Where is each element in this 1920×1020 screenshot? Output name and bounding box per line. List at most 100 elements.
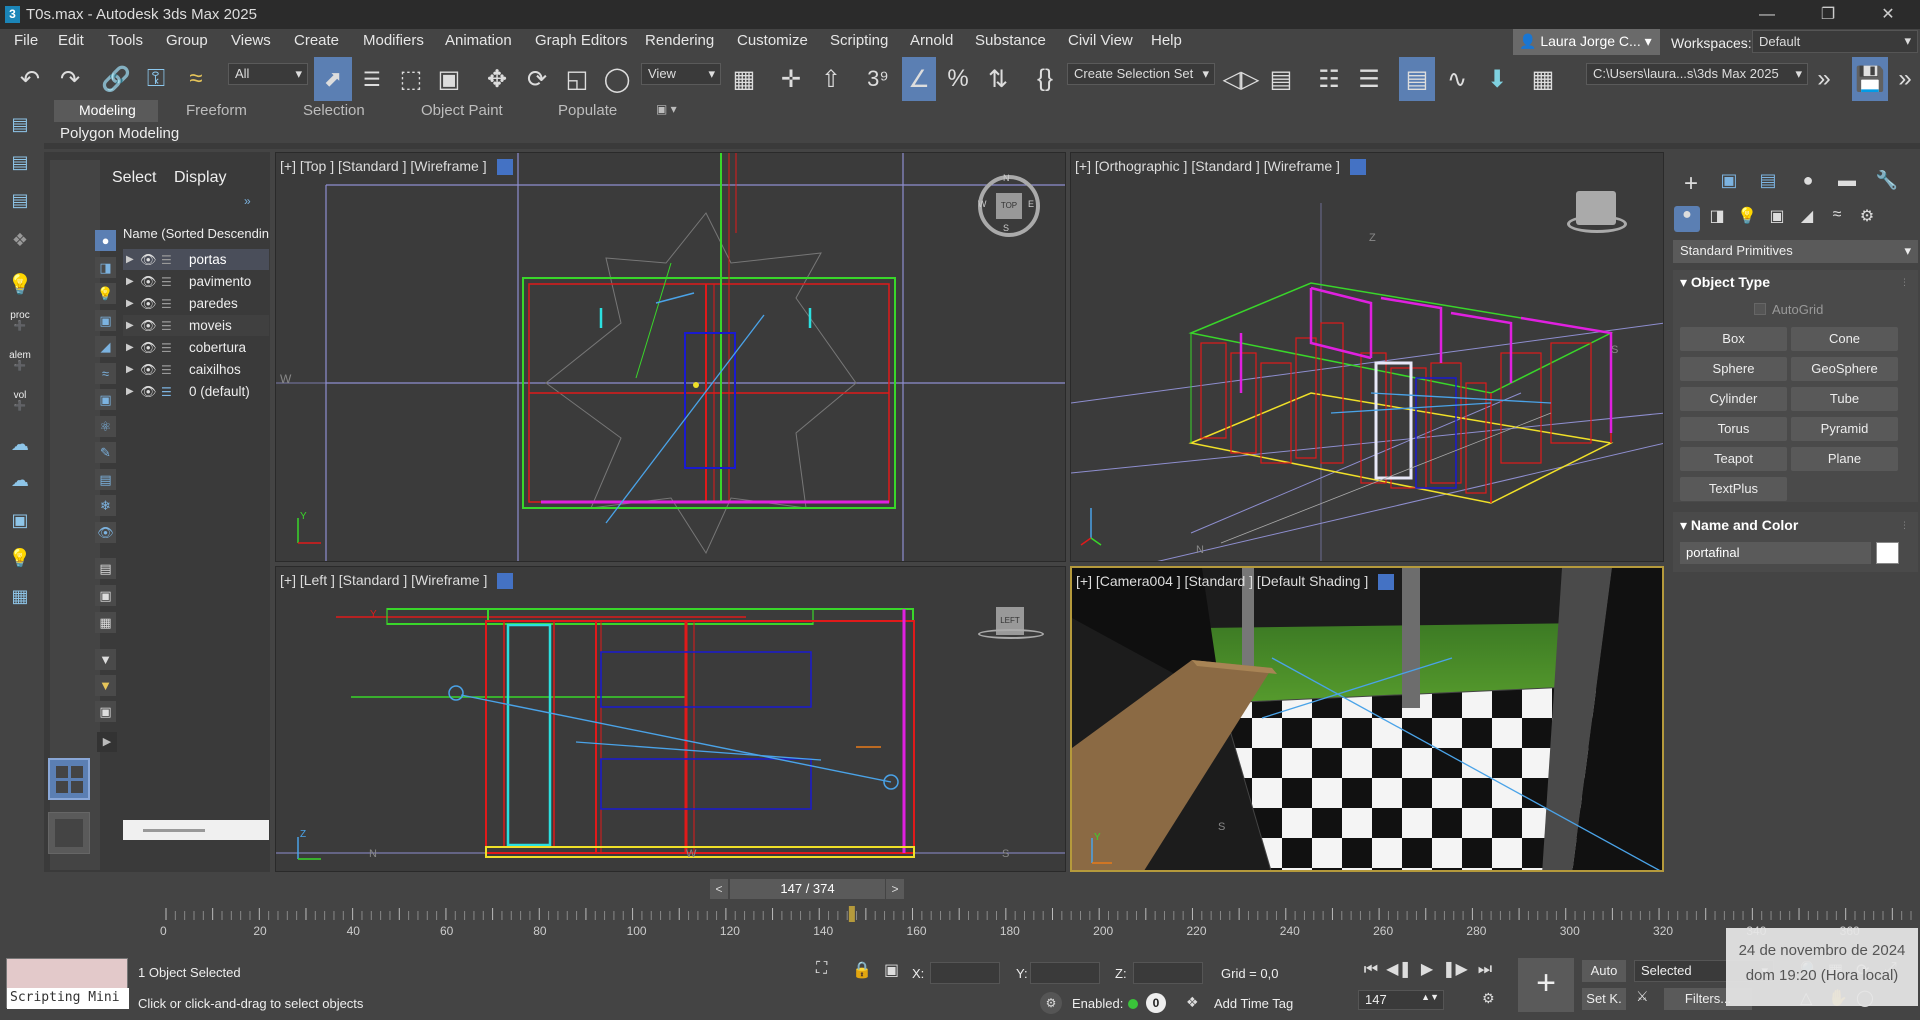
collapse-panel-icon[interactable]: ▶ [97, 732, 117, 752]
menu-animation[interactable]: Animation [445, 32, 512, 49]
box-button[interactable]: Box [1680, 327, 1787, 351]
auto-key-button[interactable]: Auto [1582, 960, 1626, 982]
visibility-icon[interactable]: 👁 [140, 362, 158, 378]
current-frame-marker[interactable] [848, 906, 855, 922]
layer-row-pavimento[interactable]: ▶ 👁 ☰ pavimento [123, 271, 269, 292]
visibility-icon[interactable]: 👁 [140, 340, 158, 356]
menu-group[interactable]: Group [166, 32, 208, 49]
fluid-tool-icon[interactable]: ☁ [6, 434, 34, 462]
menu-customize[interactable]: Customize [737, 32, 808, 49]
cylinder-button[interactable]: Cylinder [1680, 387, 1787, 411]
menu-edit[interactable]: Edit [58, 32, 84, 49]
x-coordinate-field[interactable] [930, 962, 1000, 984]
hierarchy-tab-icon[interactable]: ▤ [1755, 170, 1781, 196]
ribbon-options-icon[interactable]: ▣ ▾ [656, 102, 677, 116]
go-to-end-icon[interactable]: ⏭ [1472, 957, 1498, 983]
track-bar[interactable]: 0 20 40 60 80 100 120 140 160 180 200 220 240 260 280 3… [48, 906, 1920, 938]
time-configuration-icon[interactable]: ⚙ [1482, 990, 1504, 1012]
scale-icon[interactable]: ◱ [561, 57, 593, 101]
display-containers-icon[interactable]: ▤ [95, 469, 116, 490]
spinner-snap-icon[interactable]: ⇅ [982, 57, 1014, 101]
teapot-button[interactable]: Teapot [1680, 447, 1787, 471]
tube-button[interactable]: Tube [1791, 387, 1898, 411]
next-frame-button[interactable]: > [886, 879, 904, 899]
motion-tab-icon[interactable]: ● [1795, 170, 1821, 196]
light-tool-icon[interactable]: 💡 [6, 272, 34, 300]
proc-tool[interactable]: proc ➕ [6, 310, 34, 338]
menu-civil-view[interactable]: Civil View [1068, 32, 1133, 49]
ribbon-panel-polygon-modeling[interactable]: Polygon Modeling [60, 125, 179, 142]
layer-manager-icon[interactable]: ▣ [95, 701, 116, 722]
geometry-category-icon[interactable]: ● [1674, 206, 1700, 232]
text-tool-3-icon[interactable]: ▤ [6, 190, 34, 218]
select-by-name-icon[interactable]: ☰ [356, 57, 388, 101]
selection-filter-dropdown[interactable]: All ▾ [228, 63, 308, 85]
display-tab-icon[interactable]: ▬ [1834, 170, 1860, 196]
menu-graph-editors[interactable]: Graph Editors [535, 32, 628, 49]
viewport-left-label[interactable]: [+] [Left ] [Standard ] [Wireframe ] [280, 572, 514, 590]
y-coordinate-field[interactable] [1030, 962, 1100, 984]
viewport-left[interactable]: Y Z N W S [+] [Left ] [Standard ] [Wiref… [275, 566, 1066, 872]
window-crossing-icon[interactable]: ▣ [433, 57, 465, 101]
bind-space-warp-icon[interactable]: ≈ [180, 57, 212, 101]
tab-modeling[interactable]: Modeling [54, 100, 158, 122]
pivot-center-icon[interactable]: ▦ [728, 57, 760, 101]
visibility-icon[interactable]: 👁 [140, 296, 158, 312]
create-tab-icon[interactable]: + [1678, 170, 1704, 197]
display-xrefs-icon[interactable]: ⚛ [95, 416, 116, 437]
percent-snap-icon[interactable]: % [942, 57, 974, 101]
curve-editor-icon[interactable]: ∿ [1441, 57, 1473, 101]
select-object-icon[interactable]: ⬈ [314, 57, 352, 101]
menu-arnold[interactable]: Arnold [910, 32, 953, 49]
menu-substance[interactable]: Substance [975, 32, 1046, 49]
placement-icon[interactable]: ◯ [601, 57, 633, 101]
menu-file[interactable]: File [14, 32, 38, 49]
filter-icon[interactable]: ▼ [95, 649, 116, 670]
layer-explorer-icon[interactable]: ☰ [1353, 57, 1385, 101]
go-to-start-icon[interactable]: ⏮ [1358, 957, 1384, 983]
save-icon[interactable]: 💾 [1852, 57, 1888, 101]
cone-button[interactable]: Cone [1791, 327, 1898, 351]
layout-four-viewports-icon[interactable] [48, 758, 90, 800]
display-invert-icon[interactable]: ▦ [95, 612, 116, 633]
expand-icon[interactable]: ▶ [126, 254, 137, 265]
viewport-top[interactable]: W Y [+] [Top ] [Standard ] [Wireframe ] … [275, 152, 1066, 562]
expand-icon[interactable]: » [244, 194, 251, 208]
rotate-icon[interactable]: ⟳ [521, 57, 553, 101]
rectangular-selection-icon[interactable]: ⬚ [395, 57, 427, 101]
display-spacewarps-icon[interactable]: ≈ [95, 363, 116, 384]
menu-tools[interactable]: Tools [108, 32, 143, 49]
menu-modifiers[interactable]: Modifiers [363, 32, 424, 49]
layout-single-viewport-icon[interactable] [48, 812, 90, 854]
add-time-tag[interactable]: Add Time Tag [1214, 996, 1293, 1011]
unlink-icon[interactable]: ⚿ [140, 57, 172, 101]
pyramid-button[interactable]: Pyramid [1791, 417, 1898, 441]
utilities-tab-icon[interactable]: 🔧 [1874, 170, 1900, 196]
key-filters-icon[interactable]: ⚔ [1636, 988, 1658, 1010]
restore-button[interactable]: ❐ [1808, 3, 1848, 27]
more-tools-icon[interactable]: » [1811, 57, 1837, 101]
object-color-swatch[interactable] [1876, 542, 1899, 564]
display-all-icon[interactable]: ▤ [95, 558, 116, 579]
tab-object-paint[interactable]: Object Paint [421, 102, 503, 119]
systems-category-icon[interactable]: ⚙ [1854, 206, 1880, 232]
play-icon[interactable]: ▶ [1414, 957, 1440, 983]
selection-lock-icon[interactable]: 🔒 [852, 960, 872, 984]
move-icon[interactable]: ✥ [481, 57, 513, 101]
next-key-icon[interactable]: ❚▶ [1442, 957, 1468, 983]
shape-tool-icon[interactable]: ❖ [6, 230, 34, 258]
keyboard-shortcut-toggle-icon[interactable]: ⇧ [815, 57, 847, 101]
viewport-camera[interactable]: Y S [+] [Camera004 ] [Standard ] [Defaul… [1070, 566, 1664, 872]
expand-icon[interactable]: ▶ [126, 276, 137, 287]
absolute-mode-icon[interactable]: ▣ [884, 960, 904, 984]
viewport-ortho-label[interactable]: [+] [Orthographic ] [Standard ] [Wirefra… [1075, 158, 1366, 176]
panel-tool-icon[interactable]: ▦ [6, 586, 34, 614]
undo-icon[interactable]: ↶ [14, 57, 46, 101]
previous-key-icon[interactable]: ◀❚ [1386, 957, 1412, 983]
menu-views[interactable]: Views [231, 32, 271, 49]
viewcube-top[interactable]: TOP [996, 193, 1022, 219]
modify-tab-icon[interactable]: ▣ [1716, 170, 1742, 196]
minimize-button[interactable]: — [1747, 3, 1787, 27]
rollout-grip-icon[interactable]: ⋮ [1900, 520, 1909, 530]
textplus-button[interactable]: TextPlus [1680, 477, 1787, 501]
